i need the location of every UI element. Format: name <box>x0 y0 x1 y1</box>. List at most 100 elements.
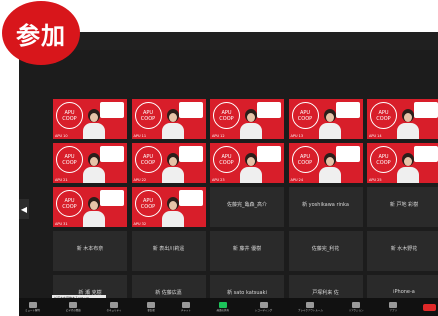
participant-display-name: 佐藤完_亀森_高介 <box>226 202 267 208</box>
participant-name-tile[interactable]: 佐藤完_利花 <box>287 230 364 272</box>
participant-name-tile[interactable]: 新 表出川莉遥 <box>130 230 207 272</box>
window-top-bar <box>19 32 438 50</box>
participant-display-name: 佐藤完_利花 <box>311 246 340 252</box>
participant-video-tile[interactable]: APU COOP APU 31 <box>52 186 128 228</box>
participant-name: APU 12 <box>212 134 225 138</box>
camera-icon <box>69 302 78 308</box>
apu-coop-logo: APU COOP <box>370 102 397 129</box>
participant-name-tile[interactable]: 新 戸地 彩樹 <box>366 186 438 228</box>
participant-person <box>240 109 262 139</box>
toolbar-label: リアクション <box>348 309 364 312</box>
participant-name: APU 25 <box>369 178 382 182</box>
participants-icon <box>147 302 156 308</box>
toolbar-label: 画面の共有 <box>216 309 230 312</box>
share-screen-icon <box>218 302 227 308</box>
participant-display-name: 新 佐藤広嘉 <box>155 290 182 296</box>
microphone-icon <box>28 302 37 308</box>
toolbar-label: 参加者 <box>147 309 155 312</box>
participant-video-tile[interactable]: APU COOP APU 25 <box>366 142 438 184</box>
end-meeting-button[interactable] <box>423 303 436 311</box>
participant-name: APU 13 <box>290 134 304 138</box>
participant-display-name: 新 水木野花 <box>390 246 418 252</box>
participant-video-tile[interactable]: APU COOP APU 22 <box>130 142 207 184</box>
toolbar-microphone-button[interactable]: ミュート解除 <box>25 302 40 312</box>
toolbar-label: セキュリティ <box>106 309 122 312</box>
participant-person <box>83 153 105 183</box>
apps-icon <box>389 302 398 308</box>
toolbar-reaction-button[interactable]: リアクション <box>349 302 364 312</box>
participant-video-tile[interactable]: APU COOP APU 12 <box>209 98 285 140</box>
meeting-toolbar: ミュート解除 ビデオの開始 セキュリティ 参加者 チャット 画面の共有 レコーディング ブレイ… <box>19 298 438 316</box>
participant-name: APU 21 <box>55 178 68 182</box>
participant-name: APU 14 <box>369 134 382 138</box>
participant-grid: APU COOP APU 10 APU COOP APU 11 APU COOP APU 12 A… <box>52 98 438 316</box>
participant-person <box>240 153 262 183</box>
participant-display-name: 新 yoshikawa rinka <box>302 202 349 208</box>
participant-video-tile[interactable]: APU COOP APU 11 <box>130 98 207 140</box>
toolbar-label: ビデオの開始 <box>65 309 81 312</box>
participant-name-tile[interactable]: 新 木本布奈 <box>52 230 128 272</box>
record-icon <box>259 302 268 308</box>
toolbar-shield-button[interactable]: セキュリティ <box>106 302 122 312</box>
participant-person <box>161 109 184 139</box>
breakout-icon <box>306 302 315 308</box>
apu-coop-logo: APU COOP <box>134 190 162 217</box>
participant-person <box>318 153 341 183</box>
participant-video-tile[interactable]: APU COOP APU 32 <box>130 186 207 228</box>
participant-video-tile[interactable]: APU COOP APU 14 <box>366 98 438 140</box>
chat-icon <box>181 302 190 308</box>
apu-coop-logo: APU COOP <box>213 102 240 129</box>
participant-video-tile[interactable]: APU COOP APU 13 <box>287 98 364 140</box>
toolbar-breakout-button[interactable]: ブレイクアウトルーム <box>298 302 323 312</box>
participant-display-name: 新 表出川莉遥 <box>152 246 185 252</box>
participant-name-tile[interactable]: 新 藤井 優樹 <box>209 230 285 272</box>
apu-coop-logo: APU COOP <box>134 102 162 129</box>
toolbar-record-button[interactable]: レコーディング <box>255 302 272 312</box>
apu-coop-logo: APU COOP <box>370 146 397 173</box>
participant-display-name: 新 藤井 優樹 <box>232 246 262 252</box>
participant-video-tile[interactable]: APU COOP APU 23 <box>209 142 285 184</box>
participant-name: APU 23 <box>212 178 225 182</box>
toolbar-camera-button[interactable]: ビデオの開始 <box>66 302 81 312</box>
apu-coop-logo: APU COOP <box>56 190 83 217</box>
prev-page-button[interactable]: ◀ <box>19 199 29 219</box>
participant-person <box>83 197 105 227</box>
toolbar-apps-button[interactable]: アプリ <box>389 302 398 312</box>
participant-display-name: iPhone-a <box>393 289 415 295</box>
participant-name: APU 24 <box>290 178 304 182</box>
screenshot-frame: ◀ ▶ APUCOOPAPU 10APUCOOPAPU 11APUCOOPAPU… <box>0 0 438 316</box>
participant-video-tile[interactable]: APU COOP APU 24 <box>287 142 364 184</box>
apu-coop-logo: APU COOP <box>213 146 240 173</box>
toolbar-label: ブレイクアウトルーム <box>297 309 323 312</box>
zoom-window: ◀ ▶ APUCOOPAPU 10APUCOOPAPU 11APUCOOPAPU… <box>19 32 438 316</box>
participant-display-name: 新 sato katsuaki <box>227 290 267 296</box>
apu-coop-logo: APU COOP <box>134 146 162 173</box>
participant-video-tile[interactable]: APU COOP APU 10 <box>52 98 128 140</box>
participant-name: APU 11 <box>133 134 147 138</box>
toolbar-label: レコーディング <box>254 309 273 312</box>
toolbar-participants-button[interactable]: 参加者 <box>147 302 156 312</box>
participant-person <box>397 153 419 183</box>
toolbar-share-screen-button[interactable]: 画面の共有 <box>216 302 230 312</box>
participant-display-name: 戸塚利来 佐 <box>312 290 339 296</box>
participant-name-tile[interactable]: 佐藤完_亀森_高介 <box>209 186 285 228</box>
participant-name: APU 31 <box>55 222 68 226</box>
apu-coop-logo: APU COOP <box>291 146 319 173</box>
reaction-icon <box>352 302 361 308</box>
participant-person <box>318 109 341 139</box>
toolbar-label: ミュート解除 <box>25 309 41 312</box>
participant-name: APU 10 <box>55 134 68 138</box>
participant-name-tile[interactable]: 新 yoshikawa rinka <box>287 186 364 228</box>
participant-name: APU 32 <box>133 222 147 226</box>
participant-person <box>161 153 184 183</box>
apu-coop-logo: APU COOP <box>56 102 83 129</box>
participant-video-tile[interactable]: APU COOP APU 21 <box>52 142 128 184</box>
participant-person <box>83 109 105 139</box>
participant-name-tile[interactable]: 新 水木野花 <box>366 230 438 272</box>
participant-person <box>397 109 419 139</box>
participant-display-name: 新 木本布奈 <box>76 246 104 252</box>
toolbar-label: アプリ <box>389 309 397 312</box>
shield-icon <box>109 302 118 308</box>
toolbar-label: チャット <box>180 309 191 312</box>
toolbar-chat-button[interactable]: チャット <box>181 302 191 312</box>
